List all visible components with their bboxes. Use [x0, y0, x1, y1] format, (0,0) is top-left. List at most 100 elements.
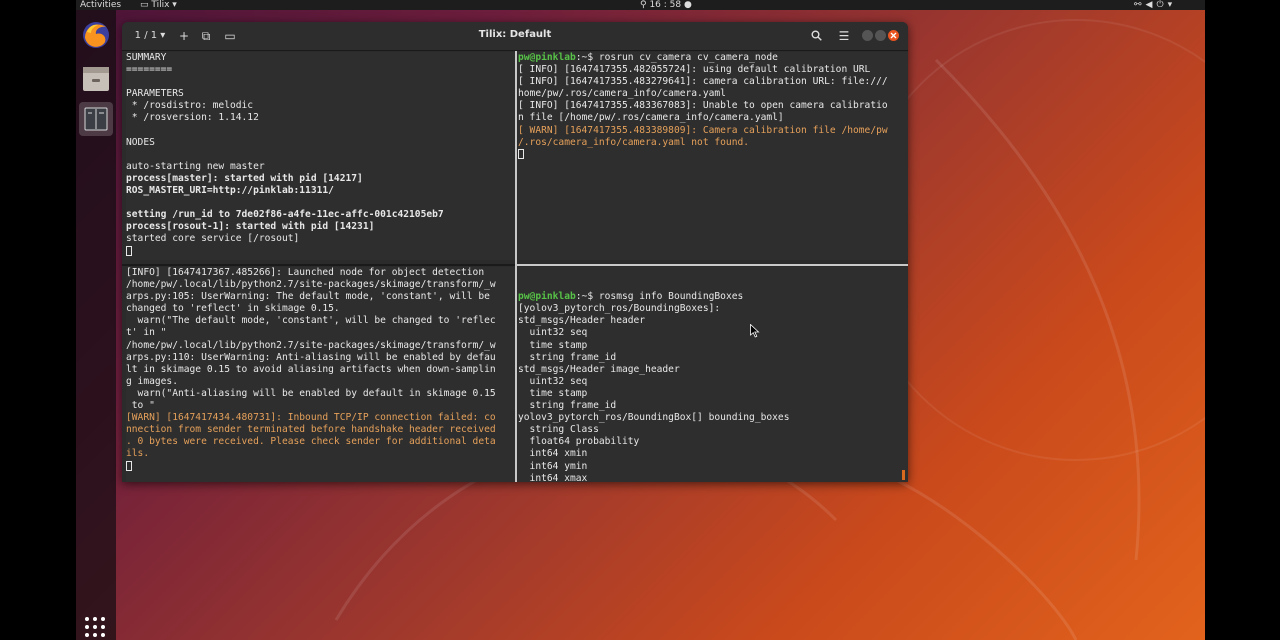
- tilix-icon[interactable]: [79, 102, 113, 136]
- terminal-line: ils.: [126, 448, 515, 460]
- terminal-line-text: warn("Anti-aliasing will be enabled by d…: [126, 387, 496, 399]
- terminal-line-text: string Class: [518, 424, 599, 436]
- left-letterbox: [0, 0, 76, 640]
- terminal-line-text: warn("The default mode, 'constant', will…: [126, 315, 496, 327]
- terminal-line-text: started core service [/rosout]: [126, 233, 300, 245]
- terminal-line-text: [ INFO] [1647417355.483367083]: Unable t…: [518, 100, 888, 112]
- terminal-line: * /rosdistro: melodic: [126, 100, 515, 112]
- terminal-line-text: [ INFO] [1647417355.483279641]: camera c…: [518, 76, 888, 88]
- terminal-line-text: uint32 seq: [518, 375, 588, 387]
- terminal-line-text: n file [/home/pw/.ros/camera_info/camera…: [518, 112, 784, 124]
- terminal-line-text: to ": [126, 400, 155, 412]
- terminal-line-text: [yolov3_pytorch_ros/BoundingBoxes]:: [518, 303, 721, 315]
- terminal-line: [yolov3_pytorch_ros/BoundingBoxes]:: [518, 303, 908, 315]
- terminal-line: uint32 seq: [518, 376, 908, 388]
- files-icon[interactable]: [79, 62, 113, 96]
- terminal-line: [INFO] [1647417367.485266]: Launched nod…: [126, 267, 515, 279]
- hamburger-icon: ☰: [838, 29, 850, 43]
- window-titlebar[interactable]: 1 / 1 ▾ + ⧉ ▭ Tilix: Default ☰: [122, 22, 908, 51]
- terminal-line-text: [ WARN] [1647417355.483389809]: Camera c…: [518, 124, 888, 136]
- search-icon: [811, 30, 822, 41]
- terminal-line-text: int64 xmin: [518, 448, 588, 460]
- show-applications-icon[interactable]: [84, 616, 106, 638]
- pane-divider-vertical[interactable]: [515, 51, 517, 482]
- terminal-line-text: time stamp: [518, 387, 588, 399]
- terminal-line: ========: [126, 64, 515, 76]
- firefox-icon[interactable]: [79, 18, 113, 52]
- terminal-line: PARAMETERS: [126, 88, 515, 100]
- window-title: Tilix: Default: [478, 29, 552, 40]
- terminal-line: /home/pw/.local/lib/python2.7/site-packa…: [126, 340, 515, 352]
- shell-prompt: pw@pinklab: [518, 52, 576, 63]
- desktop: Activities ▭ Tilix ▾ ⚲ 16 : 58 ● ⚯◀⏻▾ 1 …: [76, 0, 1205, 640]
- clock[interactable]: ⚲ 16 : 58 ●: [640, 0, 692, 10]
- terminal-line-text: arps.py:110: UserWarning: Anti-aliasing …: [126, 351, 496, 363]
- terminal-line: . 0 bytes were received. Please check se…: [126, 436, 515, 448]
- right-letterbox: [1205, 0, 1280, 640]
- terminal-line: /home/pw/.local/lib/python2.7/site-packa…: [126, 279, 515, 291]
- terminal-line-text: ROS_MASTER_URI=http://pinklab:11311/: [126, 185, 334, 197]
- pane-divider-horizontal[interactable]: [517, 264, 908, 266]
- terminal-line: lt in skimage 0.15 to avoid aliasing art…: [126, 364, 515, 376]
- scrollbar-indicator[interactable]: [902, 470, 905, 480]
- terminal-line-text: arps.py:105: UserWarning: The default mo…: [126, 291, 490, 303]
- terminal-line-text: /.ros/camera_info/camera.yaml not found.: [518, 136, 750, 148]
- terminal-line: nnection from sender terminated before h…: [126, 424, 515, 436]
- terminal-pane-top-right[interactable]: pw@pinklab:~$ rosrun cv_camera cv_camera…: [518, 52, 908, 260]
- terminal-pane-top-left[interactable]: SUMMARY ======== PARAMETERS * /rosdistro: …: [126, 52, 515, 260]
- terminal-line: n file [/home/pw/.ros/camera_info/camera…: [518, 112, 908, 124]
- top-panel: Activities ▭ Tilix ▾ ⚲ 16 : 58 ● ⚯◀⏻▾: [76, 0, 1205, 10]
- terminal-line-text: process[master]: started with pid [14217…: [126, 172, 363, 184]
- close-icon: [890, 32, 897, 39]
- terminal-line-text: changed to 'reflect' in skimage 0.15.: [126, 303, 340, 315]
- terminal-line-text: SUMMARY: [126, 52, 167, 63]
- close-button[interactable]: [888, 30, 899, 41]
- terminal-line: ROS_MASTER_URI=http://pinklab:11311/: [126, 185, 515, 197]
- terminal-line: std_msgs/Header image_header: [518, 364, 908, 376]
- find-button[interactable]: [806, 27, 826, 45]
- tilix-small-icon: ▭: [140, 0, 152, 10]
- terminal-line-text: auto-starting new master: [126, 160, 265, 172]
- terminal-pane-bottom-right[interactable]: pw@pinklab:~$ rosmsg info BoundingBoxes[…: [518, 267, 908, 482]
- terminal-line: string frame_id: [518, 352, 908, 364]
- app-menu[interactable]: ▭ Tilix ▾: [140, 0, 177, 10]
- terminal-pane-bottom-left[interactable]: [INFO] [1647417367.485266]: Launched nod…: [126, 267, 515, 482]
- terminal-line: time stamp: [518, 340, 908, 352]
- terminal-line: yolov3_pytorch_ros/BoundingBox[] boundin…: [518, 412, 908, 424]
- terminal-line-text: process[rosout-1]: started with pid [142…: [126, 221, 375, 233]
- terminal-line: NODES: [126, 137, 515, 149]
- terminal-line: process[master]: started with pid [14217…: [126, 173, 515, 185]
- system-tray[interactable]: ⚯◀⏻▾: [1134, 0, 1176, 10]
- terminal-line-text: [INFO] [1647417367.485266]: Launched nod…: [126, 267, 485, 278]
- pane-divider-horizontal-left[interactable]: [122, 264, 515, 266]
- terminal-line: warn("Anti-aliasing will be enabled by d…: [126, 388, 515, 400]
- terminal-line: * /rosversion: 1.14.12: [126, 112, 515, 124]
- terminal-line: std_msgs/Header header: [518, 315, 908, 327]
- terminal-line: uint32 seq: [518, 327, 908, 339]
- maximize-button[interactable]: [875, 30, 886, 41]
- terminal-line-text: time stamp: [518, 339, 588, 351]
- terminal-line: arps.py:110: UserWarning: Anti-aliasing …: [126, 352, 515, 364]
- volume-icon: ◀: [1145, 0, 1157, 10]
- terminal-line-text: * /rosversion: 1.14.12: [126, 112, 259, 124]
- terminal-line: /.ros/camera_info/camera.yaml not found.: [518, 137, 908, 149]
- terminal-line: changed to 'reflect' in skimage 0.15.: [126, 303, 515, 315]
- terminal-line-text: nnection from sender terminated before h…: [126, 424, 496, 436]
- menu-button[interactable]: ☰: [834, 27, 854, 45]
- power-icon: ⏻: [1156, 0, 1168, 10]
- terminal-line-text: ========: [126, 64, 173, 76]
- terminal-line-text: yolov3_pytorch_ros/BoundingBox[] boundin…: [518, 412, 790, 424]
- network-icon: ⚯: [1134, 0, 1146, 10]
- activities-button[interactable]: Activities: [80, 0, 121, 10]
- terminal-line: string Class: [518, 424, 908, 436]
- terminal-line-text: lt in skimage 0.15 to avoid aliasing art…: [126, 363, 496, 375]
- app-menu-label: Tilix: [151, 0, 170, 10]
- terminal-line-text: PARAMETERS: [126, 88, 184, 100]
- terminal-line: [ INFO] [1647417355.483279641]: camera c…: [518, 76, 908, 88]
- terminal-line: int64 ymin: [518, 461, 908, 473]
- minimize-button[interactable]: [862, 30, 873, 41]
